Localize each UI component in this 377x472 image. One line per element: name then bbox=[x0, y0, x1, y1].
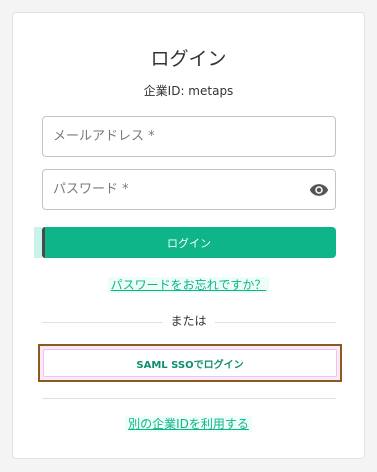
saml-sso-button[interactable]: SAML SSOでログイン bbox=[43, 349, 337, 377]
email-field-container bbox=[42, 116, 336, 157]
company-id-label: 企業ID: metaps bbox=[143, 84, 234, 98]
saml-button-highlight: SAML SSOでログイン bbox=[38, 344, 342, 382]
eye-icon[interactable] bbox=[309, 180, 329, 200]
password-field[interactable] bbox=[43, 170, 335, 209]
login-button[interactable]: ログイン bbox=[34, 227, 336, 258]
divider-text: または bbox=[162, 312, 215, 329]
password-field-container bbox=[42, 169, 336, 210]
page-title: ログイン bbox=[150, 48, 227, 70]
other-company-row: 別の企業IDを利用する bbox=[13, 415, 364, 432]
login-button-edge bbox=[42, 227, 45, 258]
login-card: ログイン 企業ID: metaps ログイン パスワードをお忘れですか？ または… bbox=[12, 12, 365, 459]
forgot-password-row: パスワードをお忘れですか？ bbox=[13, 276, 364, 293]
divider-bottom bbox=[42, 398, 336, 399]
other-company-link[interactable]: 別の企業IDを利用する bbox=[125, 416, 252, 432]
email-field[interactable] bbox=[43, 117, 335, 156]
forgot-password-link[interactable]: パスワードをお忘れですか？ bbox=[107, 277, 270, 293]
login-button-label: ログイン bbox=[167, 236, 211, 250]
